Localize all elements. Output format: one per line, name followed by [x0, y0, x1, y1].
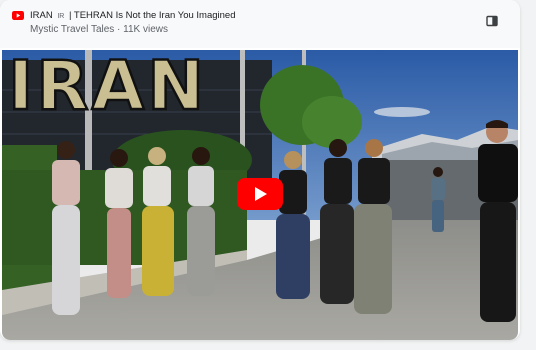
title-rest: | TEHRAN Is Not the Iran You Imagined — [68, 10, 236, 21]
channel-and-views: Mystic Travel Tales · 11K views — [30, 24, 169, 35]
video-card: IRAN IR | TEHRAN Is Not the Iran You Ima… — [0, 0, 520, 340]
play-icon[interactable] — [237, 178, 283, 210]
sidebar-toggle-icon[interactable] — [484, 13, 500, 29]
video-title[interactable]: IRAN IR | TEHRAN Is Not the Iran You Ima… — [30, 10, 236, 21]
title-prefix: IRAN — [30, 10, 53, 21]
video-thumbnail[interactable]: IRAN — [2, 50, 518, 340]
title-flag-tag: IR — [57, 13, 65, 20]
thumbnail-overlay-text: IRAN — [7, 50, 208, 126]
youtube-logo-icon — [12, 11, 24, 20]
video-header: IRAN IR | TEHRAN Is Not the Iran You Ima… — [0, 0, 520, 48]
